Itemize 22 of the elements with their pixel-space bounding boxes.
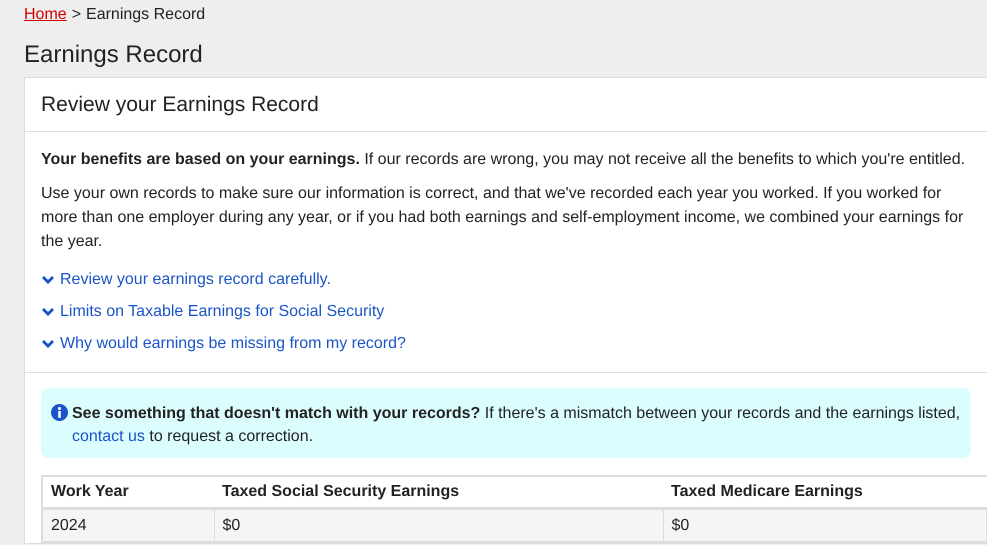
page-title: Earnings Record — [24, 41, 204, 69]
breadcrumb-separator: > — [72, 6, 82, 24]
breadcrumb-current: Earnings Record — [86, 6, 206, 24]
info-icon — [51, 404, 68, 421]
chevron-down-icon — [41, 307, 55, 317]
column-header: Taxed Medicare Earnings — [663, 476, 986, 508]
expander-link[interactable]: Limits on Taxable Earnings for Social Security — [41, 296, 384, 328]
chevron-down-icon — [41, 275, 55, 285]
table-cell: $0 — [663, 508, 986, 542]
home-link[interactable]: Home — [24, 6, 67, 24]
column-header: Taxed Social Security Earnings — [214, 476, 663, 508]
table-cell: $0 — [214, 508, 663, 542]
chevron-down-icon — [41, 339, 55, 349]
paragraph: Your benefits are based on your earnings. If our records are wrong, you may not receive all the benefits to which you're entitled. — [41, 150, 966, 170]
card-title: Review your Earnings Record — [25, 78, 987, 132]
expander-link[interactable]: Why would earnings be missing from my record? — [41, 328, 406, 360]
alert-message: See something that doesn't match with your records? If there's a mismatch between your records and the earnings listed, contact us to request a correction. — [72, 404, 961, 447]
column-header: Work Year — [42, 476, 214, 508]
expander-link[interactable]: Review your earnings record carefully. — [41, 264, 331, 296]
contact-link[interactable]: contact us — [72, 428, 145, 445]
table-cell: 2024 — [42, 508, 214, 542]
paragraph: Use your own records to make sure our information is correct, and that we've recorded each year you worked. If you worked for more than one employer during any year, or if you had both earnings and self-employment income, we combined your earnings for the year. — [41, 184, 964, 252]
